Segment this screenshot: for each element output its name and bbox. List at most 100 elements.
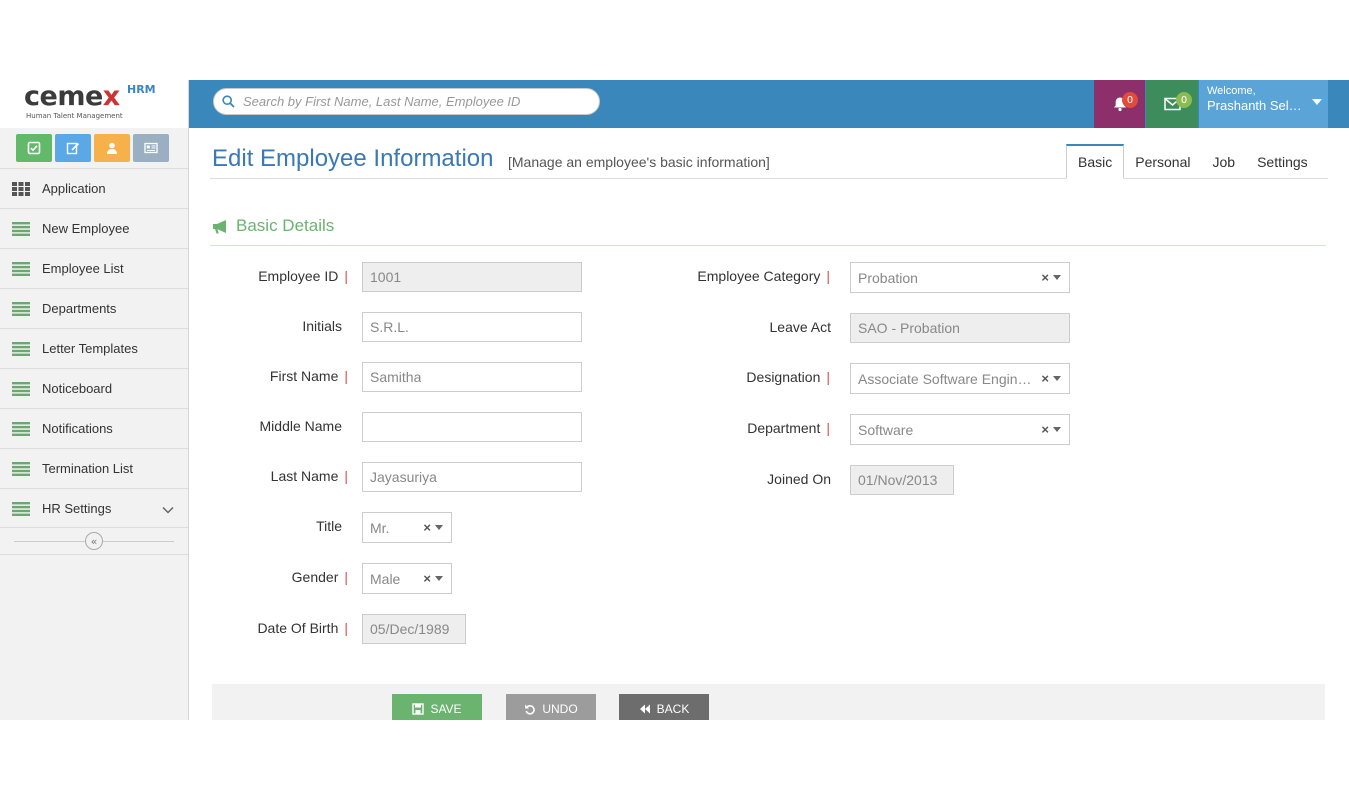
sidebar-item-notifications[interactable]: Notifications xyxy=(0,408,188,448)
leave-act-value: SAO - Probation xyxy=(858,320,960,336)
undo-button[interactable]: UNDO xyxy=(506,694,596,720)
search-icon xyxy=(222,95,235,108)
tab-basic[interactable]: Basic xyxy=(1066,144,1125,179)
caret-down-icon[interactable] xyxy=(1053,376,1061,381)
gender-value: Male xyxy=(370,570,401,587)
edit-icon xyxy=(66,142,80,155)
employee-category-select[interactable]: Probation × xyxy=(850,262,1070,293)
title-select[interactable]: Mr. × xyxy=(362,512,452,543)
list-icon xyxy=(12,301,30,316)
caret-down-icon[interactable] xyxy=(1053,275,1061,280)
tab-job[interactable]: Job xyxy=(1202,144,1247,179)
employee-category-label: Employee Category | xyxy=(697,268,830,284)
clear-icon[interactable]: × xyxy=(423,571,431,586)
notifications-button[interactable]: 0 xyxy=(1094,80,1145,128)
logo-hrm-text: HRM xyxy=(127,83,156,96)
gender-select[interactable]: Male × xyxy=(362,563,452,594)
sidebar-item-hr-settings[interactable]: HR Settings xyxy=(0,488,188,528)
list-icon xyxy=(12,501,30,516)
sidebar-item-employee-list[interactable]: Employee List xyxy=(0,248,188,288)
sidebar-item-noticeboard[interactable]: Noticeboard xyxy=(0,368,188,408)
sidebar-item-departments[interactable]: Departments xyxy=(0,288,188,328)
logo[interactable]: cemex HRM Human Talent Management xyxy=(0,80,188,128)
date-of-birth-value: 05/Dec/1989 xyxy=(370,621,450,637)
save-button[interactable]: SAVE xyxy=(392,694,482,720)
quick-user-button[interactable] xyxy=(94,134,130,162)
gender-label: Gender | xyxy=(291,569,348,585)
undo-icon xyxy=(525,704,536,715)
department-label: Department | xyxy=(747,420,830,436)
initials-label: Initials xyxy=(302,318,342,334)
quick-edit-button[interactable] xyxy=(55,134,91,162)
last-name-label: Last Name | xyxy=(270,468,348,484)
sidebar-item-new-employee[interactable]: New Employee xyxy=(0,208,188,248)
sidebar-item-label: Employee List xyxy=(42,261,124,276)
undo-label: UNDO xyxy=(542,702,578,716)
last-name-field[interactable]: Jayasuriya xyxy=(362,462,582,492)
check-square-icon xyxy=(27,141,41,155)
page-subtitle: [Manage an employee's basic information] xyxy=(508,154,770,170)
quick-id-card-button[interactable] xyxy=(133,134,169,162)
joined-on-value: 01/Nov/2013 xyxy=(858,472,938,488)
logo-subtitle: Human Talent Management xyxy=(26,112,123,120)
date-of-birth-field[interactable]: 05/Dec/1989 xyxy=(362,614,466,644)
collapse-sidebar-button[interactable]: « xyxy=(85,532,103,550)
middle-name-label: Middle Name xyxy=(259,418,342,434)
section-header: Basic Details xyxy=(212,216,334,236)
joined-on-field[interactable]: 01/Nov/2013 xyxy=(850,465,954,495)
designation-label: Designation | xyxy=(746,369,830,385)
tab-personal[interactable]: Personal xyxy=(1124,144,1201,179)
backward-icon xyxy=(639,704,650,714)
employee-id-value: 1001 xyxy=(370,269,402,285)
clear-icon[interactable]: × xyxy=(1041,422,1049,437)
sidebar-item-label: Termination List xyxy=(42,461,134,476)
search-input[interactable] xyxy=(243,94,583,109)
sidebar-item-termination-list[interactable]: Termination List xyxy=(0,448,188,488)
title-label: Title xyxy=(316,518,342,534)
clear-icon[interactable]: × xyxy=(1041,371,1049,386)
sidebar-collapse-row: « xyxy=(0,527,188,555)
search-box[interactable] xyxy=(213,88,600,115)
main-content: Edit Employee Information [Manage an emp… xyxy=(189,128,1349,720)
middle-name-field[interactable] xyxy=(362,412,582,442)
divider xyxy=(210,245,1326,246)
clear-icon[interactable]: × xyxy=(1041,270,1049,285)
sidebar-item-label: Application xyxy=(42,181,106,196)
user-name: Prashanth Selvarajah xyxy=(1207,98,1307,113)
caret-down-icon[interactable] xyxy=(435,576,443,581)
user-menu[interactable]: Welcome, Prashanth Selvarajah xyxy=(1199,80,1328,128)
list-icon xyxy=(12,261,30,276)
sidebar-item-label: Notifications xyxy=(42,421,113,436)
tab-settings[interactable]: Settings xyxy=(1246,144,1319,179)
title-value: Mr. xyxy=(370,519,390,536)
sidebar: cemex HRM Human Talent Management Applic… xyxy=(0,80,189,720)
chevron-down-icon[interactable] xyxy=(162,502,174,517)
caret-down-icon[interactable] xyxy=(435,525,443,530)
list-icon xyxy=(12,221,30,236)
caret-down-icon[interactable] xyxy=(1053,427,1061,432)
clear-icon[interactable]: × xyxy=(423,520,431,535)
logo-wordmark: cemex xyxy=(24,81,120,112)
list-icon xyxy=(12,341,30,356)
designation-select[interactable]: Associate Software Engineer × xyxy=(850,363,1070,394)
floppy-disk-icon xyxy=(412,703,425,715)
back-label: BACK xyxy=(656,702,690,716)
caret-down-icon xyxy=(1312,99,1322,105)
first-name-field[interactable]: Samitha xyxy=(362,362,582,392)
department-select[interactable]: Software × xyxy=(850,414,1070,445)
back-button[interactable]: BACK xyxy=(619,694,709,720)
user-icon xyxy=(107,142,117,154)
sidebar-item-label: Noticeboard xyxy=(42,381,113,396)
sidebar-item-application[interactable]: Application xyxy=(0,168,188,208)
initials-field[interactable]: S.R.L. xyxy=(362,312,582,342)
quick-check-button[interactable] xyxy=(16,134,52,162)
messages-button[interactable]: 0 xyxy=(1146,80,1198,128)
list-icon xyxy=(12,381,30,396)
employee-category-value: Probation xyxy=(858,269,918,286)
double-chevron-left-icon: « xyxy=(90,534,98,548)
page-title: Edit Employee Information xyxy=(212,145,494,172)
sidebar-item-label: Departments xyxy=(42,301,117,316)
leave-act-field: SAO - Probation xyxy=(850,313,1070,343)
tab-bar: Basic Personal Job Settings xyxy=(1066,144,1319,179)
sidebar-item-letter-templates[interactable]: Letter Templates xyxy=(0,328,188,368)
